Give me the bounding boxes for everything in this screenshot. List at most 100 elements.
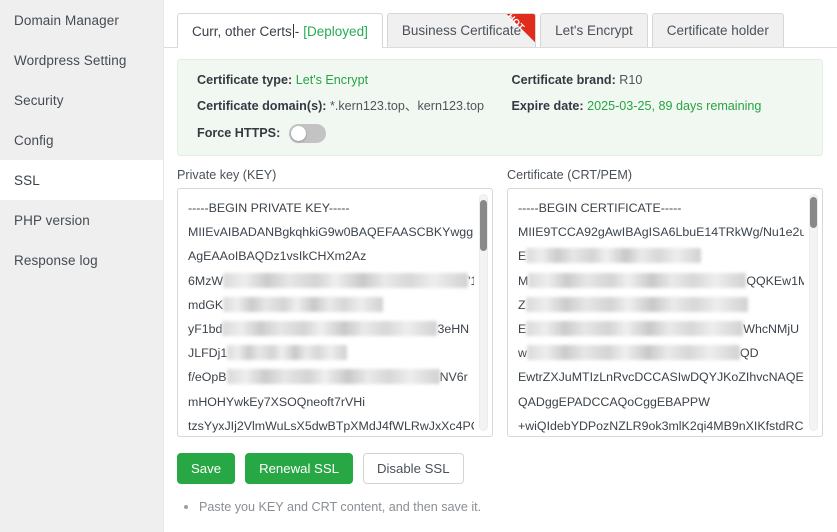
private-key-content: -----BEGIN PRIVATE KEY-----MIIEvAIBADANB… <box>188 196 474 437</box>
sidebar-item-wordpress-setting[interactable]: Wordpress Setting <box>0 40 163 80</box>
redacted-segment <box>227 345 347 360</box>
certificate-type-row: Certificate type: Let's Encrypt <box>197 72 502 89</box>
text-line: JLFDj1 <box>188 341 474 365</box>
line-text: w <box>518 346 527 360</box>
text-line: E <box>518 244 804 268</box>
certificate-info-panel-wrap: Certificate type: Let's Encrypt Certific… <box>164 48 837 156</box>
text-line: M QQKEw1M <box>518 269 804 293</box>
text-line: yF1bd3eHN <box>188 317 474 341</box>
text-cursor <box>293 24 294 38</box>
certificate-input[interactable]: -----BEGIN CERTIFICATE----- MIIE9TCCA92gA… <box>507 188 823 437</box>
sidebar-item-php-version[interactable]: PHP version <box>0 200 163 240</box>
redacted-segment <box>527 345 740 360</box>
line-text: mHOHYwkEy7XSOQneoft7rVHi <box>188 395 365 409</box>
certificate-content: -----BEGIN CERTIFICATE----- MIIE9TCCA92gA… <box>518 196 804 437</box>
expire-date-value: 2025-03-25, 89 days remaining <box>587 99 761 113</box>
expire-date-row: Expire date: 2025-03-25, 89 days remaini… <box>512 98 807 115</box>
line-text: M <box>518 274 528 288</box>
text-line: MIIEvAIBADANBgkqhkiG9w0BAQEFAASCBKYwggSi <box>188 220 474 244</box>
force-https-row: Force HTTPS: <box>197 124 502 143</box>
renewal-ssl-button[interactable]: Renewal SSL <box>245 453 353 484</box>
text-line: EwtrZXJuMTIzLnRvcDCCASIwDQYJKoZIhvcNAQEB… <box>518 365 804 389</box>
text-line: 6MzW'1GA <box>188 269 474 293</box>
redacted-segment <box>222 321 437 336</box>
certificate-fields: Private key (KEY) -----BEGIN PRIVATE KEY… <box>164 156 837 437</box>
certificate-brand-value: R10 <box>619 73 642 87</box>
line-text: Z <box>518 298 526 312</box>
text-line: w QD <box>518 341 804 365</box>
line-text: MIIEvAIBADANBgkqhkiG9w0BAQEFAASCBKYwggSi <box>188 225 474 239</box>
save-button[interactable]: Save <box>177 453 235 484</box>
text-line: AgEAAoIBAQDz1vsIkCHXm2Az <box>188 244 474 268</box>
line-text-tail: QD <box>740 346 759 360</box>
force-https-toggle[interactable] <box>289 124 326 143</box>
sidebar-item-security[interactable]: Security <box>0 80 163 120</box>
tab-label: Curr, other Certs <box>192 24 292 39</box>
certificate-brand-label: Certificate brand: <box>512 73 616 87</box>
sidebar-item-ssl[interactable]: SSL <box>0 160 163 200</box>
certificate-info-box: Certificate type: Let's Encrypt Certific… <box>177 59 823 156</box>
sidebar-item-label: SSL <box>14 173 40 188</box>
line-text: QADggEPADCCAQoCggEBAPPW <box>518 395 710 409</box>
sidebar-item-domain-manager[interactable]: Domain Manager <box>0 0 163 40</box>
redacted-segment <box>526 297 748 312</box>
line-text: MIIE9TCCA92gAwIBAgISA6LbuE14TRkWg/Nu1e2u… <box>518 225 804 239</box>
sidebar-item-label: Domain Manager <box>14 13 119 28</box>
line-text-tail: WhcNMjU <box>743 322 799 336</box>
tab-deployed-status: [Deployed] <box>303 24 368 39</box>
private-key-scroll-thumb[interactable] <box>480 200 487 252</box>
redacted-segment <box>526 248 701 263</box>
sidebar-item-label: PHP version <box>14 213 90 228</box>
notes-list: Paste you KEY and CRT content, and then … <box>164 484 837 516</box>
disable-ssl-button[interactable]: Disable SSL <box>363 453 464 484</box>
redacted-segment <box>223 297 383 312</box>
tab-business-certificate[interactable]: Business CertificateHOT <box>387 13 536 47</box>
sidebar-item-config[interactable]: Config <box>0 120 163 160</box>
sidebar: Domain Manager Wordpress Setting Security C… <box>0 0 164 532</box>
certificate-scroll-thumb[interactable] <box>810 197 817 228</box>
info-column-right: Certificate brand: R10 Expire date: 2025… <box>502 72 807 143</box>
certificate-scrollbar[interactable] <box>809 194 818 431</box>
tab-certificate-holder[interactable]: Certificate holder <box>652 13 784 47</box>
certificate-domain-label: Certificate domain(s): <box>197 99 326 113</box>
text-line: +wiQIdebYDPozNZLR9ok3mlK2qi4MB9nXIKfstdR… <box>518 414 804 437</box>
line-text-tail: '1GA <box>468 274 474 288</box>
line-text-tail: QQKEw1M <box>746 274 804 288</box>
tab-dash: - <box>295 24 300 39</box>
line-text: f/eOpB <box>188 370 227 384</box>
text-line: mdGK <box>188 293 474 317</box>
text-line: Z <box>518 293 804 317</box>
info-column-left: Certificate type: Let's Encrypt Certific… <box>197 72 502 143</box>
main-content: Curr, other Certs - [Deployed]Business C… <box>164 0 837 532</box>
line-text: EwtrZXJuMTIzLnRvcDCCASIwDQYJKoZIhvcNAQEB… <box>518 370 804 384</box>
certificate-domain-row: Certificate domain(s): *.kern123.top、ker… <box>197 98 502 115</box>
line-text-tail: 3eHN <box>437 322 469 336</box>
tab-let-s-encrypt[interactable]: Let's Encrypt <box>540 13 648 47</box>
certificate-type-value: Let's Encrypt <box>296 73 368 87</box>
sidebar-item-response-log[interactable]: Response log <box>0 240 163 280</box>
expire-date-label: Expire date: <box>512 99 584 113</box>
private-key-scrollbar[interactable] <box>479 194 488 431</box>
certificate-domain-value: *.kern123.top、kern123.top <box>330 99 484 113</box>
text-line: MIIE9TCCA92gAwIBAgISA6LbuE14TRkWg/Nu1e2u… <box>518 220 804 244</box>
line-text: -----BEGIN CERTIFICATE----- <box>518 201 681 215</box>
text-line: tzsYyxJIj2VlmWuLsX5dwBTpXMdJ4fWLRwJxXc4P… <box>188 414 474 437</box>
force-https-label: Force HTTPS: <box>197 126 280 140</box>
redacted-segment <box>227 369 440 384</box>
tab-label: Business Certificate <box>402 23 521 38</box>
certificate-type-label: Certificate type: <box>197 73 292 87</box>
tab-label: Certificate holder <box>667 23 769 38</box>
line-text: E <box>518 249 526 263</box>
redacted-segment <box>528 273 746 288</box>
tab-curr-other-certs[interactable]: Curr, other Certs - [Deployed] <box>177 13 383 48</box>
private-key-input[interactable]: -----BEGIN PRIVATE KEY-----MIIEvAIBADANB… <box>177 188 493 437</box>
line-text: AgEAAoIBAQDz1vsIkCHXm2Az <box>188 249 366 263</box>
sidebar-item-label: Wordpress Setting <box>14 53 127 68</box>
line-text: JLFDj1 <box>188 346 227 360</box>
sidebar-item-label: Config <box>14 133 54 148</box>
certificate-field: Certificate (CRT/PEM) -----BEGIN CERTIFI… <box>507 168 823 437</box>
line-text: +wiQIdebYDPozNZLR9ok3mlK2qi4MB9nXIKfstdR… <box>518 419 803 433</box>
line-text: mdGK <box>188 298 223 312</box>
certificate-brand-row: Certificate brand: R10 <box>512 72 807 89</box>
line-text: E <box>518 322 526 336</box>
